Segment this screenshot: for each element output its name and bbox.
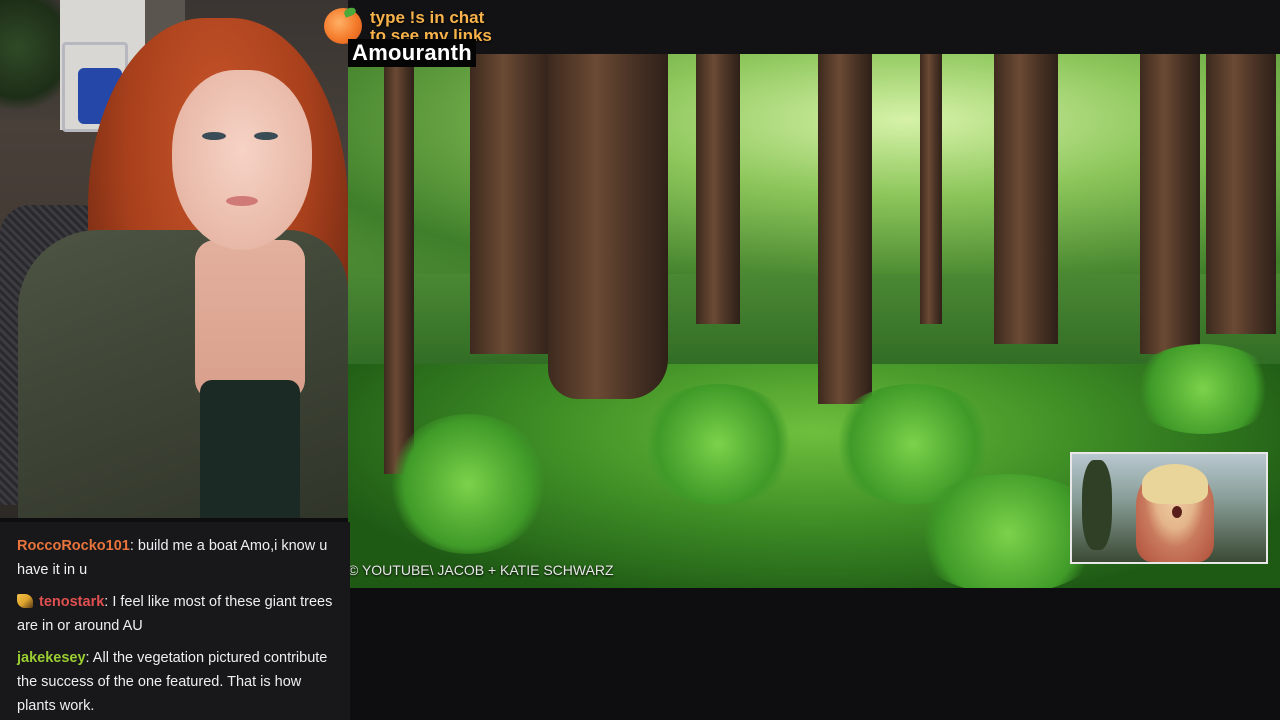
picture-in-picture-clip: [1070, 452, 1268, 564]
pip-mouth: [1172, 506, 1182, 518]
tree-trunk: [470, 54, 554, 354]
tree-trunk: [818, 54, 872, 404]
fern: [1128, 344, 1278, 434]
streamer-top: [200, 380, 300, 518]
pip-tree: [1082, 460, 1112, 550]
tree-trunk: [1206, 54, 1276, 334]
peach-leaf: [342, 6, 358, 18]
video-credit: © YOUTUBE\ JACOB + KATIE SCHWARZ: [348, 562, 614, 578]
banner-line-1: type !s in chat: [370, 8, 485, 27]
chat-username[interactable]: RoccoRocko101: [17, 538, 130, 554]
tree-trunk: [548, 54, 668, 399]
chat-message: RoccoRocko101: build me a boat Amo,i kno…: [17, 534, 339, 582]
tree-trunk: [1140, 54, 1200, 354]
streamer-nameplate: Amouranth: [348, 39, 477, 67]
pip-hair: [1142, 464, 1208, 504]
chat-panel: RoccoRocko101: build me a boat Amo,i kno…: [0, 522, 350, 720]
left-eye: [202, 132, 226, 140]
tree-trunk: [696, 54, 740, 324]
chat-message: tenostark: I feel like most of these gia…: [17, 590, 339, 638]
chat-username[interactable]: tenostark: [39, 594, 104, 610]
fern: [638, 384, 798, 504]
streamer-face: [172, 70, 312, 250]
tree-trunk: [384, 54, 414, 474]
tree-trunk: [920, 54, 942, 324]
banana-badge-icon: [17, 594, 33, 608]
plant: [0, 0, 60, 120]
chat-username[interactable]: jakekesey: [17, 650, 86, 666]
right-eye: [254, 132, 278, 140]
streamer-neck: [195, 240, 305, 400]
fern: [388, 414, 548, 554]
tree-trunk: [994, 54, 1058, 344]
lips: [226, 196, 258, 206]
empty-panel: [352, 588, 1280, 720]
webcam-feed: [0, 0, 348, 518]
chat-message: jakekesey: All the vegetation pictured c…: [17, 646, 339, 718]
